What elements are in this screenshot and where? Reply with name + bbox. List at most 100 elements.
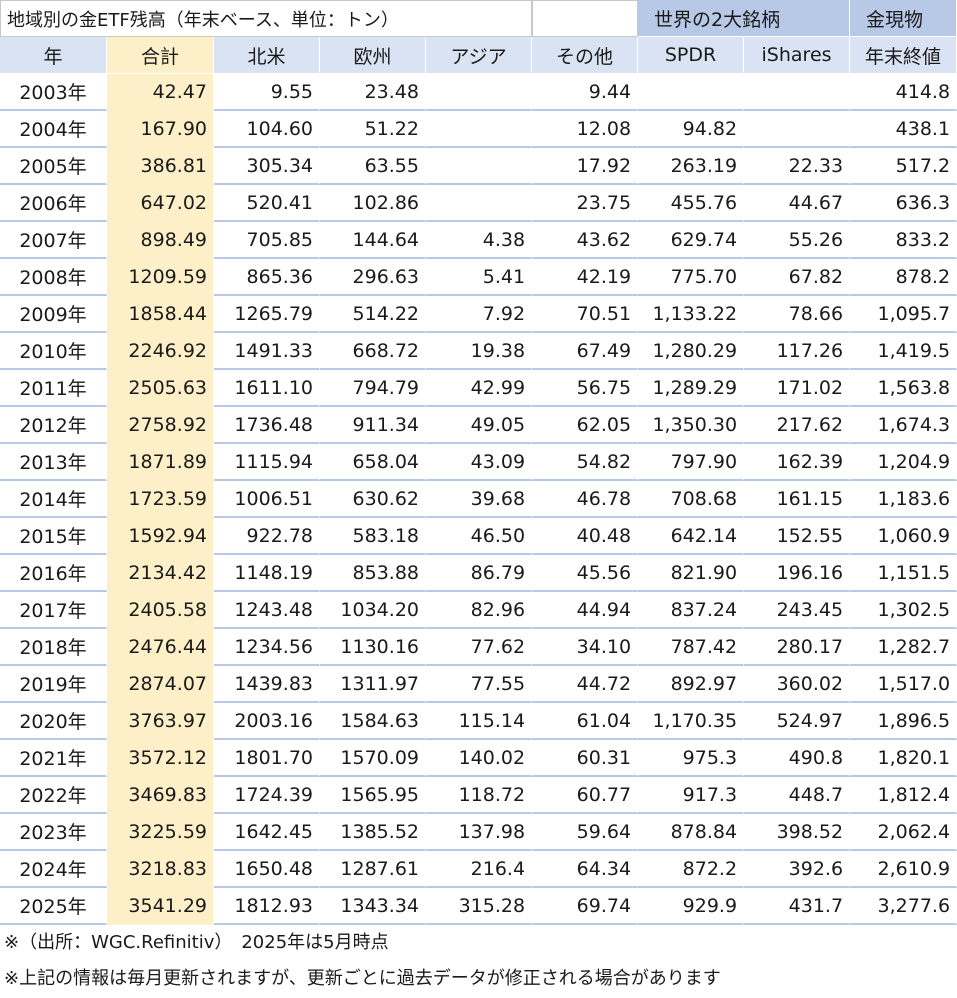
col-header-north-america: 北米 (214, 37, 320, 74)
year-cell: 2024年 (0, 851, 107, 888)
year-end-price-cell: 3,277.6 (850, 888, 957, 925)
col-header-spdr: SPDR (638, 37, 745, 74)
ishares-cell: 55.26 (744, 222, 851, 259)
year-end-price-cell: 1,517.0 (850, 666, 957, 703)
north-america-cell: 104.60 (214, 111, 320, 148)
total-cell: 386.81 (107, 148, 214, 185)
total-cell: 2246.92 (107, 333, 214, 370)
spdr-cell: 917.3 (638, 777, 745, 814)
europe-cell: 630.62 (320, 481, 426, 518)
europe-cell: 1287.61 (320, 851, 426, 888)
europe-cell: 514.22 (320, 296, 426, 333)
north-america-cell: 1724.39 (214, 777, 320, 814)
other-cell: 9.44 (532, 74, 639, 111)
year-cell: 2025年 (0, 888, 107, 925)
year-end-price-cell: 1,204.9 (850, 444, 957, 481)
spdr-cell: 892.97 (638, 666, 745, 703)
north-america-cell: 1006.51 (214, 481, 320, 518)
asia-cell: 49.05 (426, 407, 533, 444)
year-cell: 2004年 (0, 111, 107, 148)
europe-cell: 911.34 (320, 407, 426, 444)
table-body: 2003年 42.47 9.55 23.48 9.44 414.8 2004年 167.90 1… (0, 74, 957, 925)
europe-cell: 296.63 (320, 259, 426, 296)
other-cell: 67.49 (532, 333, 639, 370)
ishares-cell: 152.55 (744, 518, 851, 555)
total-cell: 2476.44 (107, 629, 214, 666)
north-america-cell: 1148.19 (214, 555, 320, 592)
year-cell: 2009年 (0, 296, 107, 333)
north-america-cell: 1439.83 (214, 666, 320, 703)
ishares-cell: 161.15 (744, 481, 851, 518)
total-cell: 3218.83 (107, 851, 214, 888)
year-end-price-cell: 878.2 (850, 259, 957, 296)
col-header-ishares: iShares (744, 37, 851, 74)
col-header-other: その他 (532, 37, 639, 74)
ishares-cell: 171.02 (744, 370, 851, 407)
spdr-cell: 775.70 (638, 259, 745, 296)
table-row: 2023年 3225.59 1642.45 1385.52 137.98 59.64 878… (0, 814, 957, 851)
year-cell: 2003年 (0, 74, 107, 111)
col-header-total: 合計 (107, 37, 214, 74)
table-row: 2021年 3572.12 1801.70 1570.09 140.02 60.31 975… (0, 740, 957, 777)
year-end-price-cell: 2,610.9 (850, 851, 957, 888)
spdr-cell: 708.68 (638, 481, 745, 518)
year-end-price-cell: 1,302.5 (850, 592, 957, 629)
other-cell: 34.10 (532, 629, 639, 666)
ishares-cell: 117.26 (744, 333, 851, 370)
year-end-price-cell: 2,062.4 (850, 814, 957, 851)
north-america-cell: 1812.93 (214, 888, 320, 925)
total-cell: 2405.58 (107, 592, 214, 629)
asia-cell: 5.41 (426, 259, 533, 296)
asia-cell (426, 74, 533, 111)
year-end-price-cell: 833.2 (850, 222, 957, 259)
ishares-cell: 490.8 (744, 740, 851, 777)
europe-cell: 658.04 (320, 444, 426, 481)
asia-cell: 46.50 (426, 518, 533, 555)
year-end-price-cell: 1,060.9 (850, 518, 957, 555)
total-cell: 647.02 (107, 185, 214, 222)
other-cell: 56.75 (532, 370, 639, 407)
ishares-cell: 22.33 (744, 148, 851, 185)
table-row: 2004年 167.90 104.60 51.22 12.08 94.82 438.1 (0, 111, 957, 148)
spdr-cell: 797.90 (638, 444, 745, 481)
ishares-cell: 360.02 (744, 666, 851, 703)
spdr-cell: 837.24 (638, 592, 745, 629)
title-row: 地域別の金ETF残高（年末ベース、単位：トン） 世界の2大銘柄 金現物 (0, 0, 957, 37)
asia-cell: 43.09 (426, 444, 533, 481)
total-cell: 3469.83 (107, 777, 214, 814)
other-cell: 59.64 (532, 814, 639, 851)
ishares-cell: 243.45 (744, 592, 851, 629)
total-cell: 1592.94 (107, 518, 214, 555)
year-cell: 2011年 (0, 370, 107, 407)
year-cell: 2020年 (0, 703, 107, 740)
ishares-cell: 196.16 (744, 555, 851, 592)
north-america-cell: 2003.16 (214, 703, 320, 740)
etf-holdings-table: 地域別の金ETF残高（年末ベース、単位：トン） 世界の2大銘柄 金現物 年 合計… (0, 0, 957, 925)
year-cell: 2017年 (0, 592, 107, 629)
year-end-price-cell: 517.2 (850, 148, 957, 185)
north-america-cell: 1801.70 (214, 740, 320, 777)
col-header-year-end-price: 年末終値 (850, 37, 957, 74)
spdr-cell: 1,170.35 (638, 703, 745, 740)
north-america-cell: 922.78 (214, 518, 320, 555)
asia-cell: 216.4 (426, 851, 533, 888)
total-cell: 2874.07 (107, 666, 214, 703)
table-row: 2003年 42.47 9.55 23.48 9.44 414.8 (0, 74, 957, 111)
other-cell: 45.56 (532, 555, 639, 592)
year-end-price-cell: 1,151.5 (850, 555, 957, 592)
ishares-cell: 217.62 (744, 407, 851, 444)
ishares-cell: 67.82 (744, 259, 851, 296)
other-cell: 12.08 (532, 111, 639, 148)
north-america-cell: 305.34 (214, 148, 320, 185)
total-cell: 3225.59 (107, 814, 214, 851)
europe-cell: 1034.20 (320, 592, 426, 629)
other-cell: 23.75 (532, 185, 639, 222)
table-row: 2018年 2476.44 1234.56 1130.16 77.62 34.10 787.… (0, 629, 957, 666)
total-cell: 1209.59 (107, 259, 214, 296)
spdr-cell: 1,289.29 (638, 370, 745, 407)
table-row: 2005年 386.81 305.34 63.55 17.92 263.19 22.33 51… (0, 148, 957, 185)
asia-cell: 315.28 (426, 888, 533, 925)
ishares-cell (744, 74, 851, 111)
asia-cell: 4.38 (426, 222, 533, 259)
europe-cell: 1130.16 (320, 629, 426, 666)
